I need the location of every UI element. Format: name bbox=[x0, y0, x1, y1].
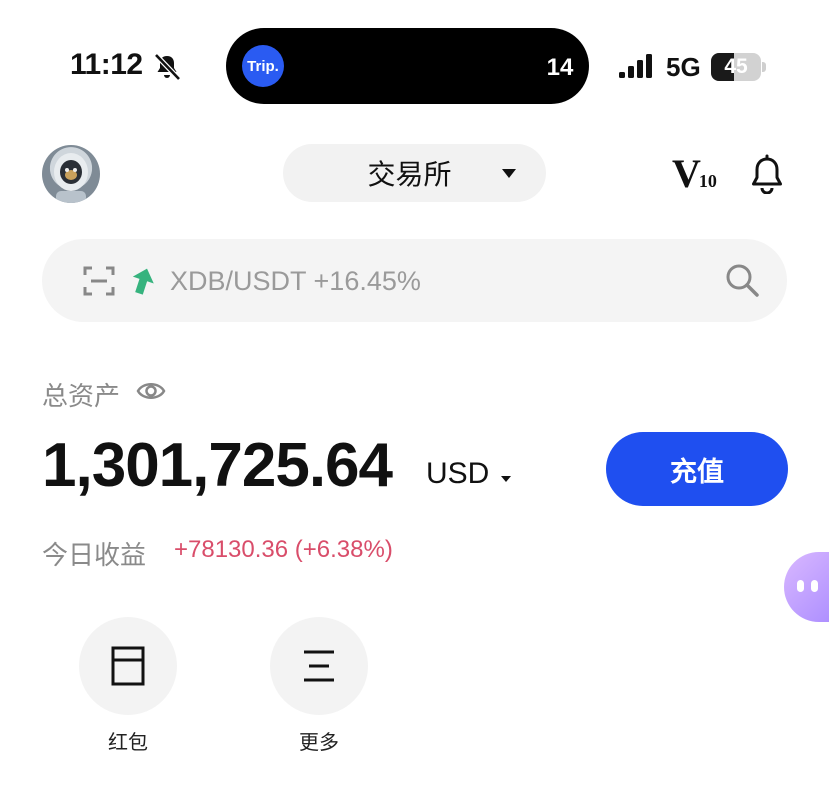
vip-level-number: 10 bbox=[698, 171, 717, 191]
red-packet-icon bbox=[111, 646, 145, 686]
battery-percent: 45 bbox=[724, 55, 748, 78]
floating-assistant-button[interactable] bbox=[784, 552, 829, 622]
vip-level-badge[interactable]: V10 bbox=[672, 150, 717, 197]
cellular-signal-icon bbox=[619, 54, 652, 78]
battery-cap bbox=[762, 62, 766, 72]
total-balance: 1,301,725.64 bbox=[42, 431, 393, 500]
assistant-eye-icon bbox=[797, 580, 804, 592]
search-trending-text: XDB/USDT +16.45% bbox=[170, 266, 421, 296]
total-assets-label: 总资产 bbox=[42, 381, 121, 411]
today-pnl-value: +78130.36 (+6.38%) bbox=[174, 536, 393, 563]
trend-up-arrow-icon bbox=[132, 268, 154, 295]
island-live-value: 14 bbox=[546, 54, 574, 81]
bell-muted-icon bbox=[154, 53, 181, 81]
user-avatar[interactable] bbox=[42, 145, 100, 203]
quick-action-red-packet[interactable] bbox=[79, 617, 177, 715]
currency-caret-icon[interactable] bbox=[501, 476, 511, 482]
battery-indicator: 45 bbox=[711, 53, 761, 81]
more-menu-icon bbox=[304, 650, 334, 682]
quick-action-red-packet-label: 红包 bbox=[108, 732, 148, 754]
chevron-down-icon bbox=[502, 169, 516, 178]
scan-qr-icon[interactable] bbox=[82, 264, 116, 298]
status-time: 11:12 bbox=[70, 48, 143, 81]
vip-letter: V bbox=[672, 151, 701, 196]
exchange-label: 交易所 bbox=[367, 159, 452, 190]
quick-action-more-label: 更多 bbox=[299, 732, 339, 754]
today-pnl-label: 今日收益 bbox=[42, 540, 147, 570]
eye-toggle-icon[interactable] bbox=[136, 379, 166, 403]
currency-selector[interactable]: USD bbox=[426, 457, 489, 491]
search-icon[interactable] bbox=[724, 262, 760, 298]
notification-bell-icon[interactable] bbox=[748, 154, 786, 194]
trip-app-logo: Trip. bbox=[242, 45, 284, 87]
assistant-eye-icon bbox=[811, 580, 818, 592]
exchange-switcher[interactable]: 交易所 bbox=[283, 144, 546, 202]
deposit-button[interactable]: 充值 bbox=[606, 432, 788, 506]
network-type: 5G bbox=[666, 52, 701, 82]
astronaut-avatar-icon bbox=[54, 153, 88, 203]
quick-action-more[interactable] bbox=[270, 617, 368, 715]
